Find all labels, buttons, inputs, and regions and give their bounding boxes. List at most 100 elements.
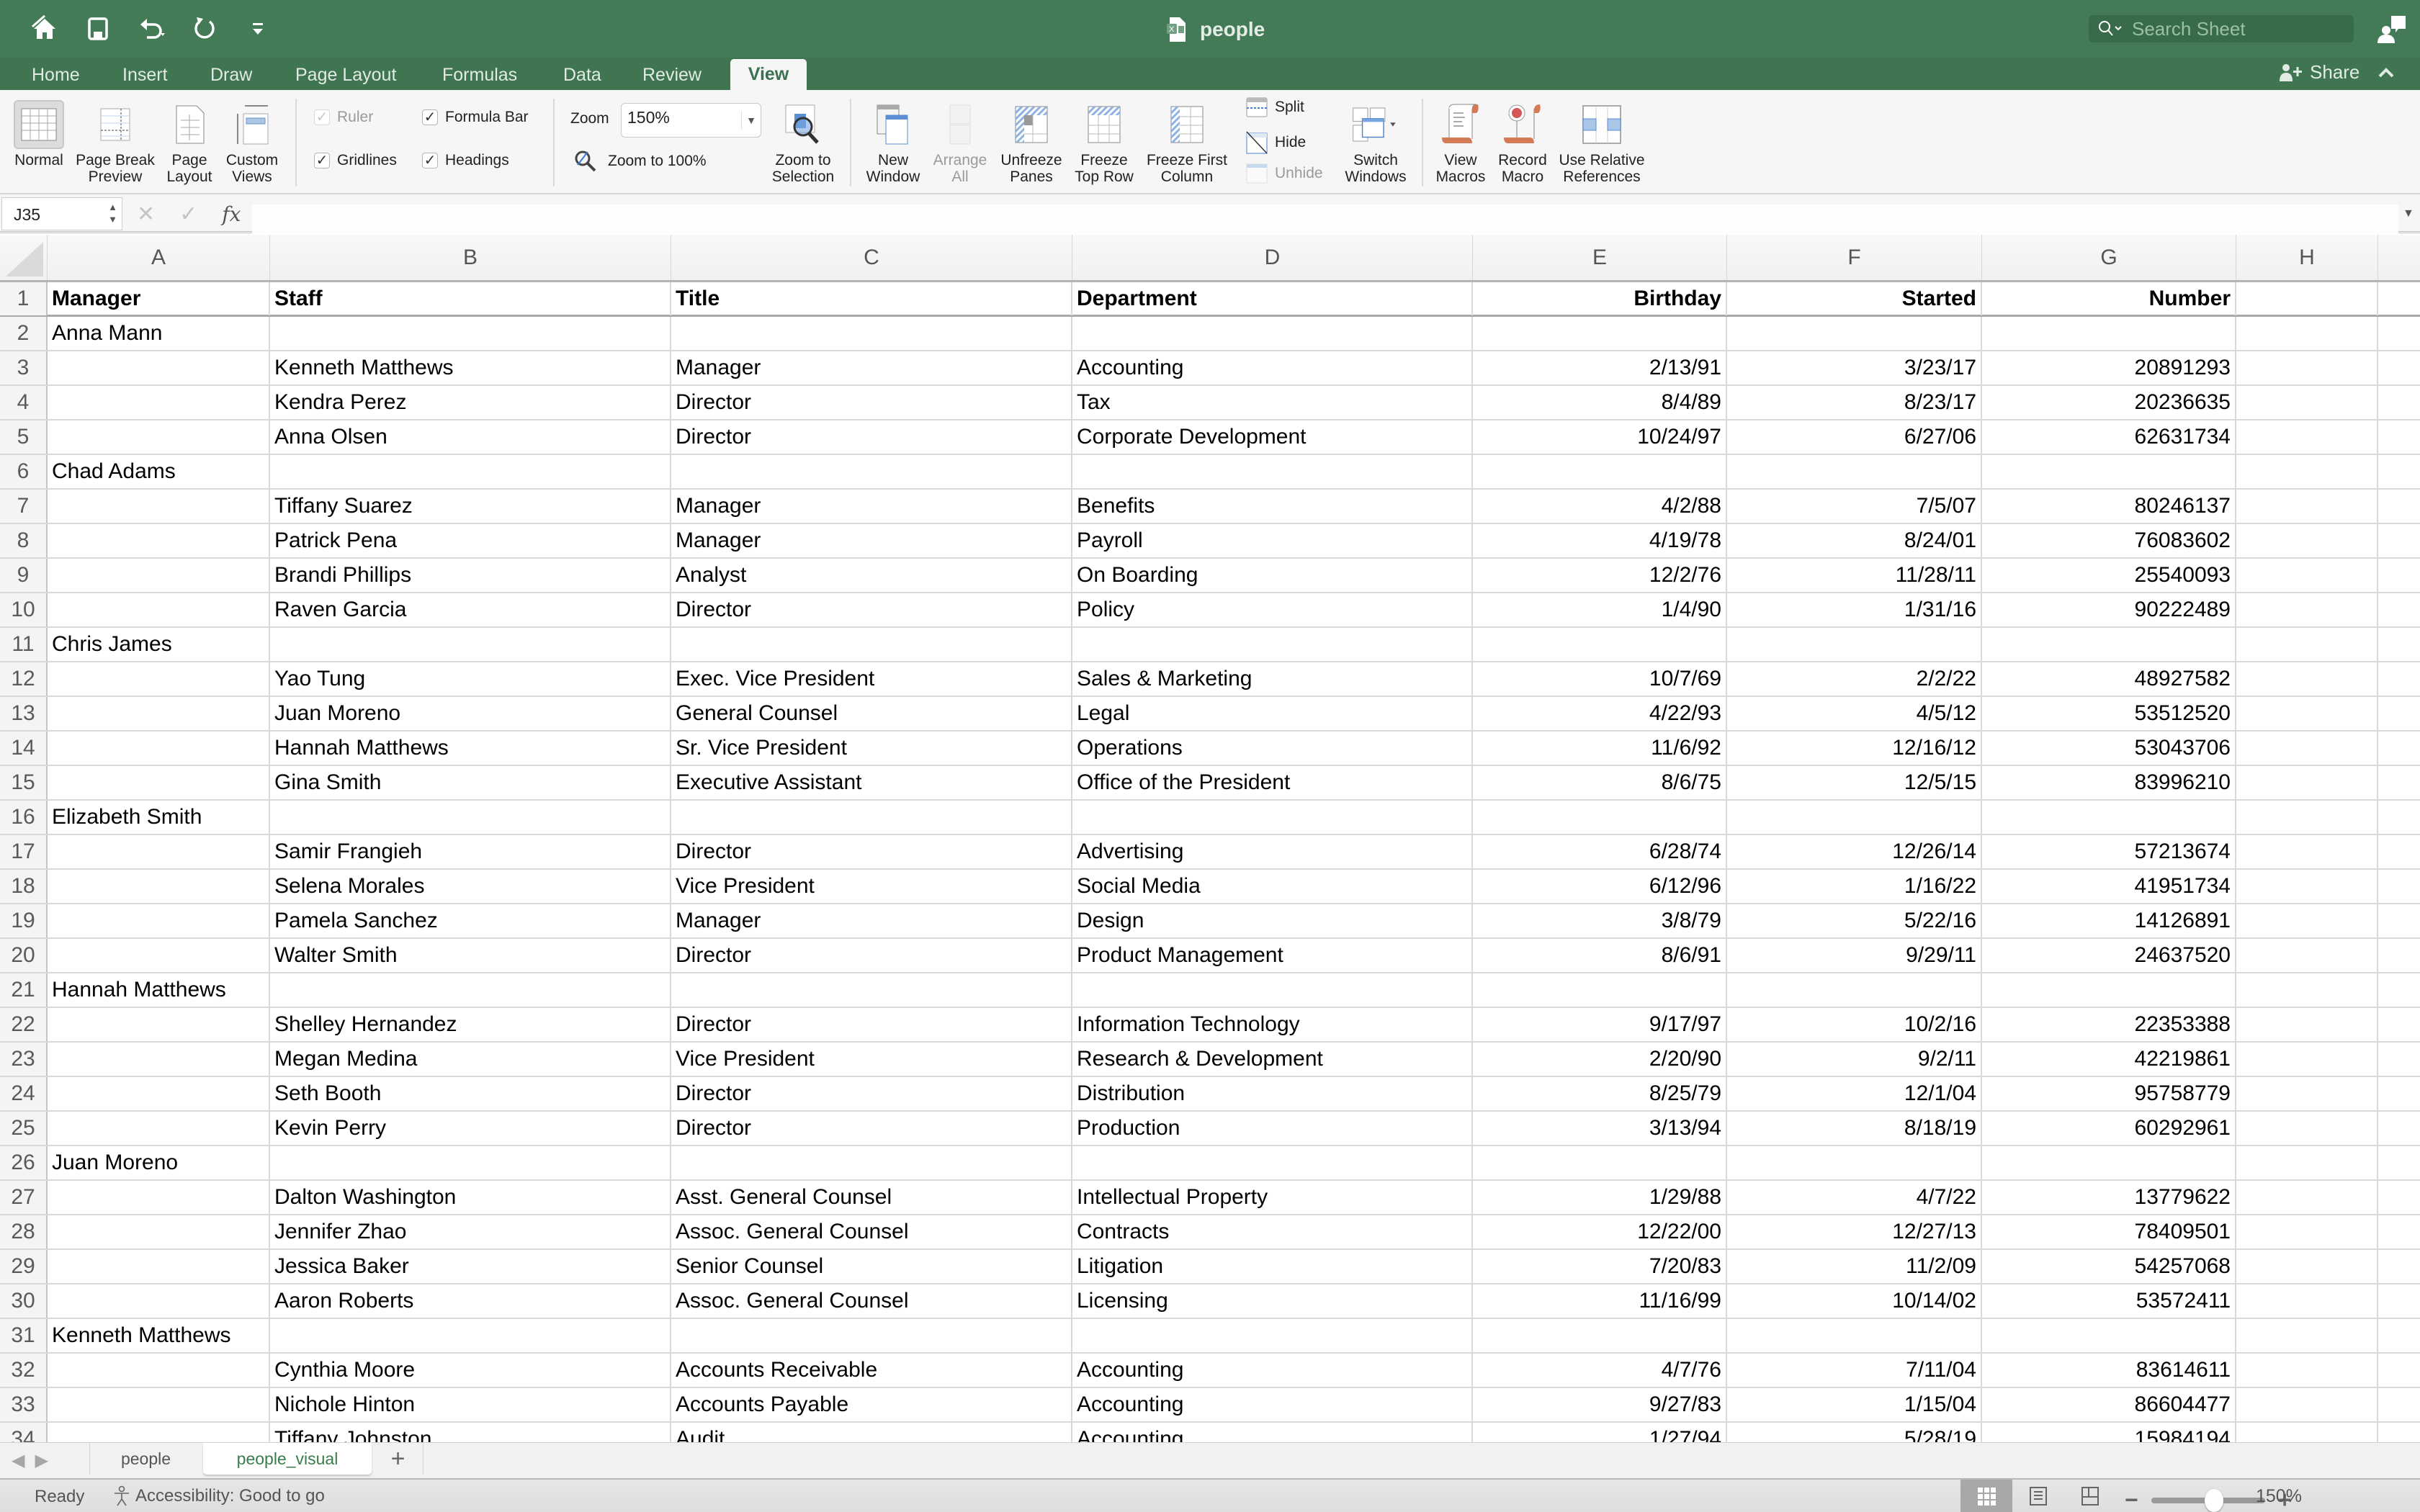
cell-i8[interactable] (2378, 524, 2420, 557)
row-header[interactable]: 29 (0, 1250, 48, 1283)
cell-e21[interactable] (1473, 973, 1727, 1007)
cell-i21[interactable] (2378, 973, 2420, 1007)
cell-a17[interactable] (48, 835, 270, 868)
cell-i19[interactable] (2378, 904, 2420, 937)
custom-views-button[interactable]: Custom Views (220, 94, 284, 185)
cell-f19[interactable]: 5/22/16 (1727, 904, 1982, 937)
cell-f34[interactable]: 5/28/19 (1727, 1423, 1982, 1442)
cell-e9[interactable]: 12/2/76 (1473, 559, 1727, 592)
cell-c33[interactable]: Accounts Payable (671, 1388, 1072, 1421)
cell-i2[interactable] (2378, 317, 2420, 350)
zoom-slider[interactable] (2151, 1488, 2265, 1512)
cell-c16[interactable] (671, 801, 1072, 834)
formula-bar-checkbox[interactable]: ✓ Formula Bar (422, 109, 529, 126)
cell-e27[interactable]: 1/29/88 (1473, 1181, 1727, 1214)
cell-g19[interactable]: 14126891 (1982, 904, 2236, 937)
cell-g26[interactable] (1982, 1146, 2236, 1179)
cell-a12[interactable] (48, 662, 270, 696)
cell-h1[interactable] (2236, 282, 2378, 315)
cell-b16[interactable] (270, 801, 671, 834)
cell-i28[interactable] (2378, 1215, 2420, 1248)
cell-h25[interactable] (2236, 1112, 2378, 1145)
cell-b34[interactable]: Tiffany Johnston (270, 1423, 671, 1442)
cell-i3[interactable] (2378, 351, 2420, 384)
cell-g1[interactable]: Number (1982, 282, 2236, 315)
freeze-top-row-button[interactable]: Freeze Top Row (1072, 94, 1137, 185)
cell-e20[interactable]: 8/6/91 (1473, 939, 1727, 972)
row-header[interactable]: 9 (0, 559, 48, 592)
row-header[interactable]: 6 (0, 455, 48, 488)
row-header[interactable]: 3 (0, 351, 48, 384)
cell-a27[interactable] (48, 1181, 270, 1214)
tab-home[interactable]: Home (20, 60, 91, 90)
cell-g13[interactable]: 53512520 (1982, 697, 2236, 730)
cell-i10[interactable] (2378, 593, 2420, 626)
cell-d5[interactable]: Corporate Development (1072, 420, 1473, 454)
cell-f14[interactable]: 12/16/12 (1727, 732, 1982, 765)
cell-d21[interactable] (1072, 973, 1473, 1007)
cell-b1[interactable]: Staff (270, 282, 671, 315)
cell-b22[interactable]: Shelley Hernandez (270, 1008, 671, 1041)
row-header[interactable]: 14 (0, 732, 48, 765)
cell-c27[interactable]: Asst. General Counsel (671, 1181, 1072, 1214)
cell-c26[interactable] (671, 1146, 1072, 1179)
cell-a2[interactable]: Anna Mann (48, 317, 270, 350)
cell-b29[interactable]: Jessica Baker (270, 1250, 671, 1283)
tab-view[interactable]: View (730, 59, 807, 90)
cell-h2[interactable] (2236, 317, 2378, 350)
zoom-select[interactable]: 150% ▼ (621, 103, 761, 138)
cell-e30[interactable]: 11/16/99 (1473, 1284, 1727, 1318)
cell-i12[interactable] (2378, 662, 2420, 696)
cell-h27[interactable] (2236, 1181, 2378, 1214)
cell-b2[interactable] (270, 317, 671, 350)
cell-f18[interactable]: 1/16/22 (1727, 870, 1982, 903)
cell-e34[interactable]: 1/27/94 (1473, 1423, 1727, 1442)
cell-g3[interactable]: 20891293 (1982, 351, 2236, 384)
cell-g7[interactable]: 80246137 (1982, 490, 2236, 523)
formula-input[interactable] (252, 204, 2398, 233)
cell-g32[interactable]: 83614611 (1982, 1354, 2236, 1387)
cell-a24[interactable] (48, 1077, 270, 1110)
cell-i25[interactable] (2378, 1112, 2420, 1145)
cell-b5[interactable]: Anna Olsen (270, 420, 671, 454)
row-header[interactable]: 21 (0, 973, 48, 1007)
cell-b6[interactable] (270, 455, 671, 488)
row-header[interactable]: 20 (0, 939, 48, 972)
cell-g31[interactable] (1982, 1319, 2236, 1352)
cell-b21[interactable] (270, 973, 671, 1007)
cell-f33[interactable]: 1/15/04 (1727, 1388, 1982, 1421)
cell-b15[interactable]: Gina Smith (270, 766, 671, 799)
cell-c32[interactable]: Accounts Receivable (671, 1354, 1072, 1387)
save-icon[interactable] (82, 13, 114, 45)
previous-sheet-icon[interactable]: ◀ (12, 1450, 24, 1471)
cell-f11[interactable] (1727, 628, 1982, 661)
switch-windows-button[interactable]: Switch Windows (1338, 94, 1413, 185)
cell-a20[interactable] (48, 939, 270, 972)
cell-g18[interactable]: 41951734 (1982, 870, 2236, 903)
cell-g29[interactable]: 54257068 (1982, 1250, 2236, 1283)
cell-h6[interactable] (2236, 455, 2378, 488)
cell-b12[interactable]: Yao Tung (270, 662, 671, 696)
cell-e2[interactable] (1473, 317, 1727, 350)
cell-c24[interactable]: Director (671, 1077, 1072, 1110)
cell-i34[interactable] (2378, 1423, 2420, 1442)
cell-f16[interactable] (1727, 801, 1982, 834)
cell-g28[interactable]: 78409501 (1982, 1215, 2236, 1248)
cell-g5[interactable]: 62631734 (1982, 420, 2236, 454)
cell-a15[interactable] (48, 766, 270, 799)
cell-c13[interactable]: General Counsel (671, 697, 1072, 730)
cell-c8[interactable]: Manager (671, 524, 1072, 557)
freeze-first-column-button[interactable]: Freeze First Column (1141, 94, 1233, 185)
cell-d9[interactable]: On Boarding (1072, 559, 1473, 592)
cell-a16[interactable]: Elizabeth Smith (48, 801, 270, 834)
cell-c29[interactable]: Senior Counsel (671, 1250, 1072, 1283)
next-sheet-icon[interactable]: ▶ (35, 1450, 48, 1471)
cell-f27[interactable]: 4/7/22 (1727, 1181, 1982, 1214)
cell-a8[interactable] (48, 524, 270, 557)
cell-c19[interactable]: Manager (671, 904, 1072, 937)
cell-d20[interactable]: Product Management (1072, 939, 1473, 972)
cell-g33[interactable]: 86604477 (1982, 1388, 2236, 1421)
cell-g30[interactable]: 53572411 (1982, 1284, 2236, 1318)
select-all-button[interactable] (0, 235, 48, 280)
cell-d34[interactable]: Accounting (1072, 1423, 1473, 1442)
